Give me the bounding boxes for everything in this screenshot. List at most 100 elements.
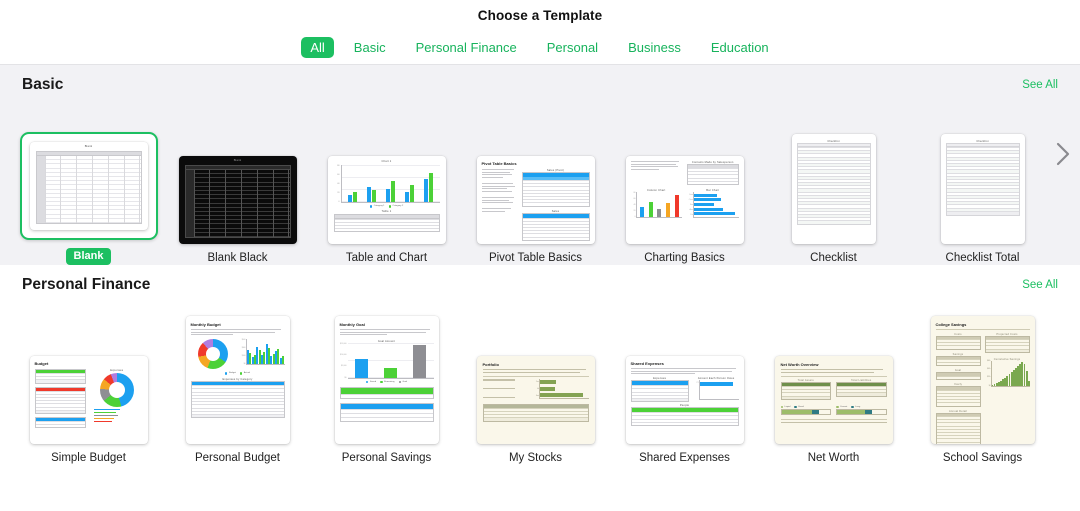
section-personal-finance: Personal Finance See All Budget Expenses… <box>0 265 1080 465</box>
liabilities-table-icon <box>836 382 887 397</box>
yearly-table-icon <box>935 386 981 407</box>
thumb-doc-title: Shared Expenses <box>630 361 664 366</box>
expenses-table-icon <box>630 380 689 403</box>
thumb-doc-title: Portfolio <box>482 362 499 367</box>
template-thumb-blank: Blank <box>29 142 148 230</box>
column-chart-icon: $15,000 $10,000 $5,000 $0 <box>340 342 434 379</box>
template-card-checklist-total[interactable]: Checklist Checklist Total <box>908 108 1057 265</box>
stocks-table-icon <box>482 403 589 422</box>
thumb-chart-title: Cumulative Savings <box>993 357 1021 361</box>
data-table-icon <box>190 380 285 419</box>
template-card-blank[interactable]: Blank Blank <box>14 104 163 265</box>
template-card-shared-expenses[interactable]: Shared Expenses Expenses Amount Each Per… <box>610 308 759 465</box>
bar-chart-icon: $500 $300 $100 $0 <box>240 339 285 366</box>
template-card-simple-budget[interactable]: Budget Expenses Simple Budget <box>14 308 163 465</box>
thumb-table-title: Contacts Made by Salesperson <box>691 161 734 164</box>
balance-table-icon <box>34 416 86 429</box>
template-label-shared-expenses: Shared Expenses <box>639 452 730 464</box>
template-thumb-net-worth: Net Worth Overview Total Assets Total Li… <box>774 356 893 444</box>
template-thumb-checklist: Checklist <box>791 134 876 244</box>
template-label-table-and-chart: Table and Chart <box>345 252 428 264</box>
template-card-personal-budget[interactable]: Monthly Budget $500 $300 $100 $0 Budget … <box>163 308 312 465</box>
template-card-blank-black[interactable]: Blank Blank Black <box>163 108 312 265</box>
thumb-doc-title: Net Worth Overview <box>780 362 819 367</box>
section-basic-row: Blank Blank Blank Blank Black Chart 1 80… <box>0 105 1080 265</box>
data-table-icon <box>687 164 739 185</box>
thumb-doc-title: Blank <box>233 159 242 162</box>
costs-table-icon <box>935 335 981 350</box>
category-tabs: All Basic Personal Finance Personal Busi… <box>0 31 1080 64</box>
template-card-pivot-table-basics[interactable]: Pivot Table Basics Sales (Pivot) Sales P… <box>461 108 610 265</box>
tab-personal-finance[interactable]: Personal Finance <box>406 37 527 58</box>
projected-costs-table-icon <box>984 335 1030 353</box>
template-thumb-simple-budget: Budget Expenses <box>29 356 148 444</box>
template-card-school-savings[interactable]: College Savings Costs Savings Goal Yearl… <box>908 308 1057 465</box>
chevron-right-icon <box>1056 142 1070 166</box>
template-label-school-savings: School Savings <box>942 452 1023 464</box>
template-card-checklist[interactable]: Checklist Checklist <box>759 108 908 265</box>
tab-personal[interactable]: Personal <box>537 37 608 58</box>
template-card-my-stocks[interactable]: Portfolio Cost Val Gain My Stocks <box>461 308 610 465</box>
text-block-icon <box>780 369 887 373</box>
thumb-doc-title: Budget <box>34 361 49 366</box>
template-card-charting-basics[interactable]: Contacts Made by Salesperson Column Char… <box>610 108 759 265</box>
months-table-icon <box>339 403 434 423</box>
text-block-icon <box>482 369 589 373</box>
chart-legend: Saved Remaining Goal <box>340 380 434 384</box>
template-card-net-worth[interactable]: Net Worth Overview Total Assets Total Li… <box>759 308 908 465</box>
thumb-chart-title: Expenses <box>110 369 124 372</box>
chart-legend <box>91 409 120 424</box>
template-label-checklist: Checklist <box>810 252 857 264</box>
template-thumb-my-stocks: Portfolio Cost Val Gain <box>476 356 595 444</box>
goal-table-icon <box>935 372 981 381</box>
template-label-net-worth: Net Worth <box>807 452 860 464</box>
data-table-icon <box>333 213 440 233</box>
next-page-arrow[interactable] <box>1050 137 1076 171</box>
section-basic-title: Basic <box>22 76 64 93</box>
template-thumb-shared-expenses: Shared Expenses Expenses Amount Each Per… <box>625 356 744 444</box>
text-block-icon <box>630 161 683 185</box>
section-basic: Basic See All Blank Blank Blank Blank Bl… <box>0 65 1080 265</box>
tab-basic[interactable]: Basic <box>344 37 396 58</box>
liabilities-stacked-bar-icon: Current Long <box>836 404 887 416</box>
donut-chart-icon <box>198 339 228 370</box>
section-personal-finance-header: Personal Finance See All <box>0 265 1080 305</box>
bar-chart-icon: P1 <box>694 380 739 401</box>
tab-all[interactable]: All <box>301 37 334 58</box>
template-card-table-and-chart[interactable]: Chart 1 80 60 40 20 0 Category 1 Categor… <box>312 108 461 265</box>
template-label-blank: Blank <box>65 248 112 265</box>
template-label-checklist-total: Checklist Total <box>945 252 1020 264</box>
people-table-icon <box>630 407 739 426</box>
template-thumb-table-and-chart: Chart 1 80 60 40 20 0 Category 1 Categor… <box>327 156 446 244</box>
page-title: Choose a Template <box>477 8 603 23</box>
donut-chart-icon <box>99 373 134 407</box>
assets-table-icon <box>780 382 831 400</box>
spreadsheet-grid-icon <box>184 165 291 238</box>
data-table-icon <box>521 212 590 241</box>
total-row <box>780 421 887 424</box>
template-thumb-charting-basics: Contacts Made by Salesperson Column Char… <box>625 156 744 244</box>
template-card-personal-savings[interactable]: Monthly Goal Goal Amount $15,000 $10,000 $… <box>312 308 461 465</box>
spreadsheet-grid-icon <box>35 151 142 224</box>
template-label-blank-black: Blank Black <box>207 252 268 264</box>
selection-ring: Blank <box>19 132 158 240</box>
checklist-table-icon <box>945 143 1020 216</box>
thumb-doc-title: College Savings <box>935 322 967 327</box>
annual-detail-table-icon <box>935 412 981 444</box>
template-thumb-blank-black: Blank <box>178 156 297 244</box>
text-block-icon <box>339 329 434 336</box>
grouped-bar-chart-icon: 80 60 40 20 0 <box>334 165 440 203</box>
section-basic-see-all[interactable]: See All <box>1022 79 1058 91</box>
template-label-personal-budget: Personal Budget <box>194 452 281 464</box>
template-thumb-personal-savings: Monthly Goal Goal Amount $15,000 $10,000 $… <box>334 316 439 444</box>
tab-education[interactable]: Education <box>701 37 779 58</box>
section-personal-finance-see-all[interactable]: See All <box>1022 279 1058 291</box>
template-label-simple-budget: Simple Budget <box>51 452 126 464</box>
income-table-icon <box>34 369 86 384</box>
template-label-charting-basics: Charting Basics <box>644 252 725 264</box>
tab-business[interactable]: Business <box>618 37 691 58</box>
section-personal-finance-title: Personal Finance <box>22 276 151 293</box>
section-basic-header: Basic See All <box>0 65 1080 105</box>
section-personal-finance-row: Budget Expenses Simple Budget Monthly Bu… <box>0 305 1080 465</box>
template-thumb-checklist-total: Checklist <box>940 134 1025 244</box>
